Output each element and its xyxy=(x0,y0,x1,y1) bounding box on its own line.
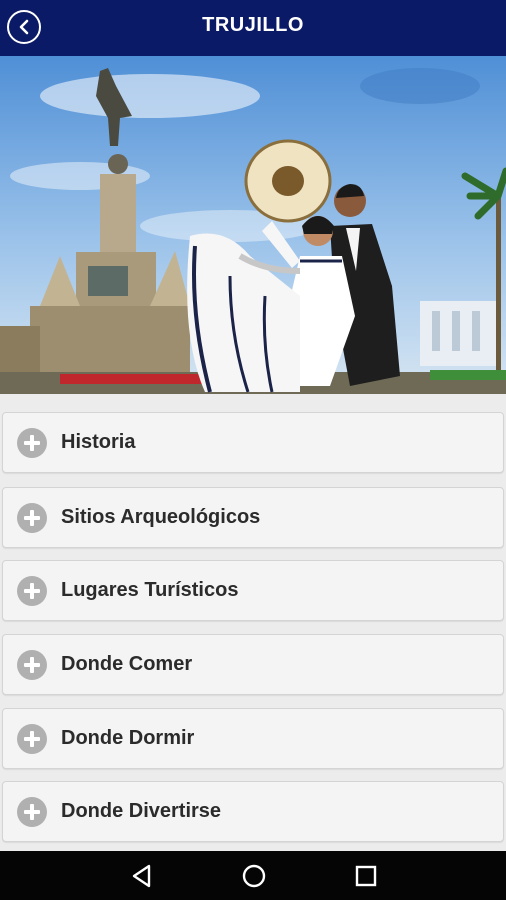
plus-circle-icon xyxy=(17,796,47,827)
list-item-label: Donde Dormir xyxy=(61,727,195,749)
screen: TRUJILLO Historia Sitios Arqueológicos L… xyxy=(0,0,506,900)
back-triangle-icon xyxy=(132,864,151,888)
list-item-donde-divertirse[interactable]: Donde Divertirse xyxy=(2,781,504,842)
hero-image xyxy=(0,56,506,394)
list-item-historia[interactable]: Historia xyxy=(2,412,504,473)
system-home-button[interactable] xyxy=(239,861,269,891)
recents-square-icon xyxy=(355,865,377,887)
plus-circle-icon xyxy=(17,649,47,680)
list-item-label: Donde Comer xyxy=(61,653,193,675)
list-item-lugares-turisticos[interactable]: Lugares Turísticos xyxy=(2,560,504,621)
list-item-label: Lugares Turísticos xyxy=(61,579,239,601)
system-recents-button[interactable] xyxy=(351,861,381,891)
list-item-label: Historia xyxy=(61,431,136,453)
plus-circle-icon xyxy=(17,502,47,533)
app-bar: TRUJILLO xyxy=(0,0,506,56)
home-circle-icon xyxy=(242,864,266,888)
system-back-button[interactable] xyxy=(127,861,157,891)
page-title: TRUJILLO xyxy=(202,14,304,36)
plus-circle-icon xyxy=(17,723,47,754)
system-navigation-bar xyxy=(0,851,506,900)
list-item-label: Donde Divertirse xyxy=(61,800,222,822)
list-item-sitios-arqueologicos[interactable]: Sitios Arqueológicos xyxy=(2,487,504,548)
plus-circle-icon xyxy=(17,427,47,458)
list-item-label: Sitios Arqueológicos xyxy=(61,506,261,528)
list-item-donde-comer[interactable]: Donde Comer xyxy=(2,634,504,695)
plus-circle-icon xyxy=(17,575,47,606)
list-item-donde-dormir[interactable]: Donde Dormir xyxy=(2,708,504,769)
